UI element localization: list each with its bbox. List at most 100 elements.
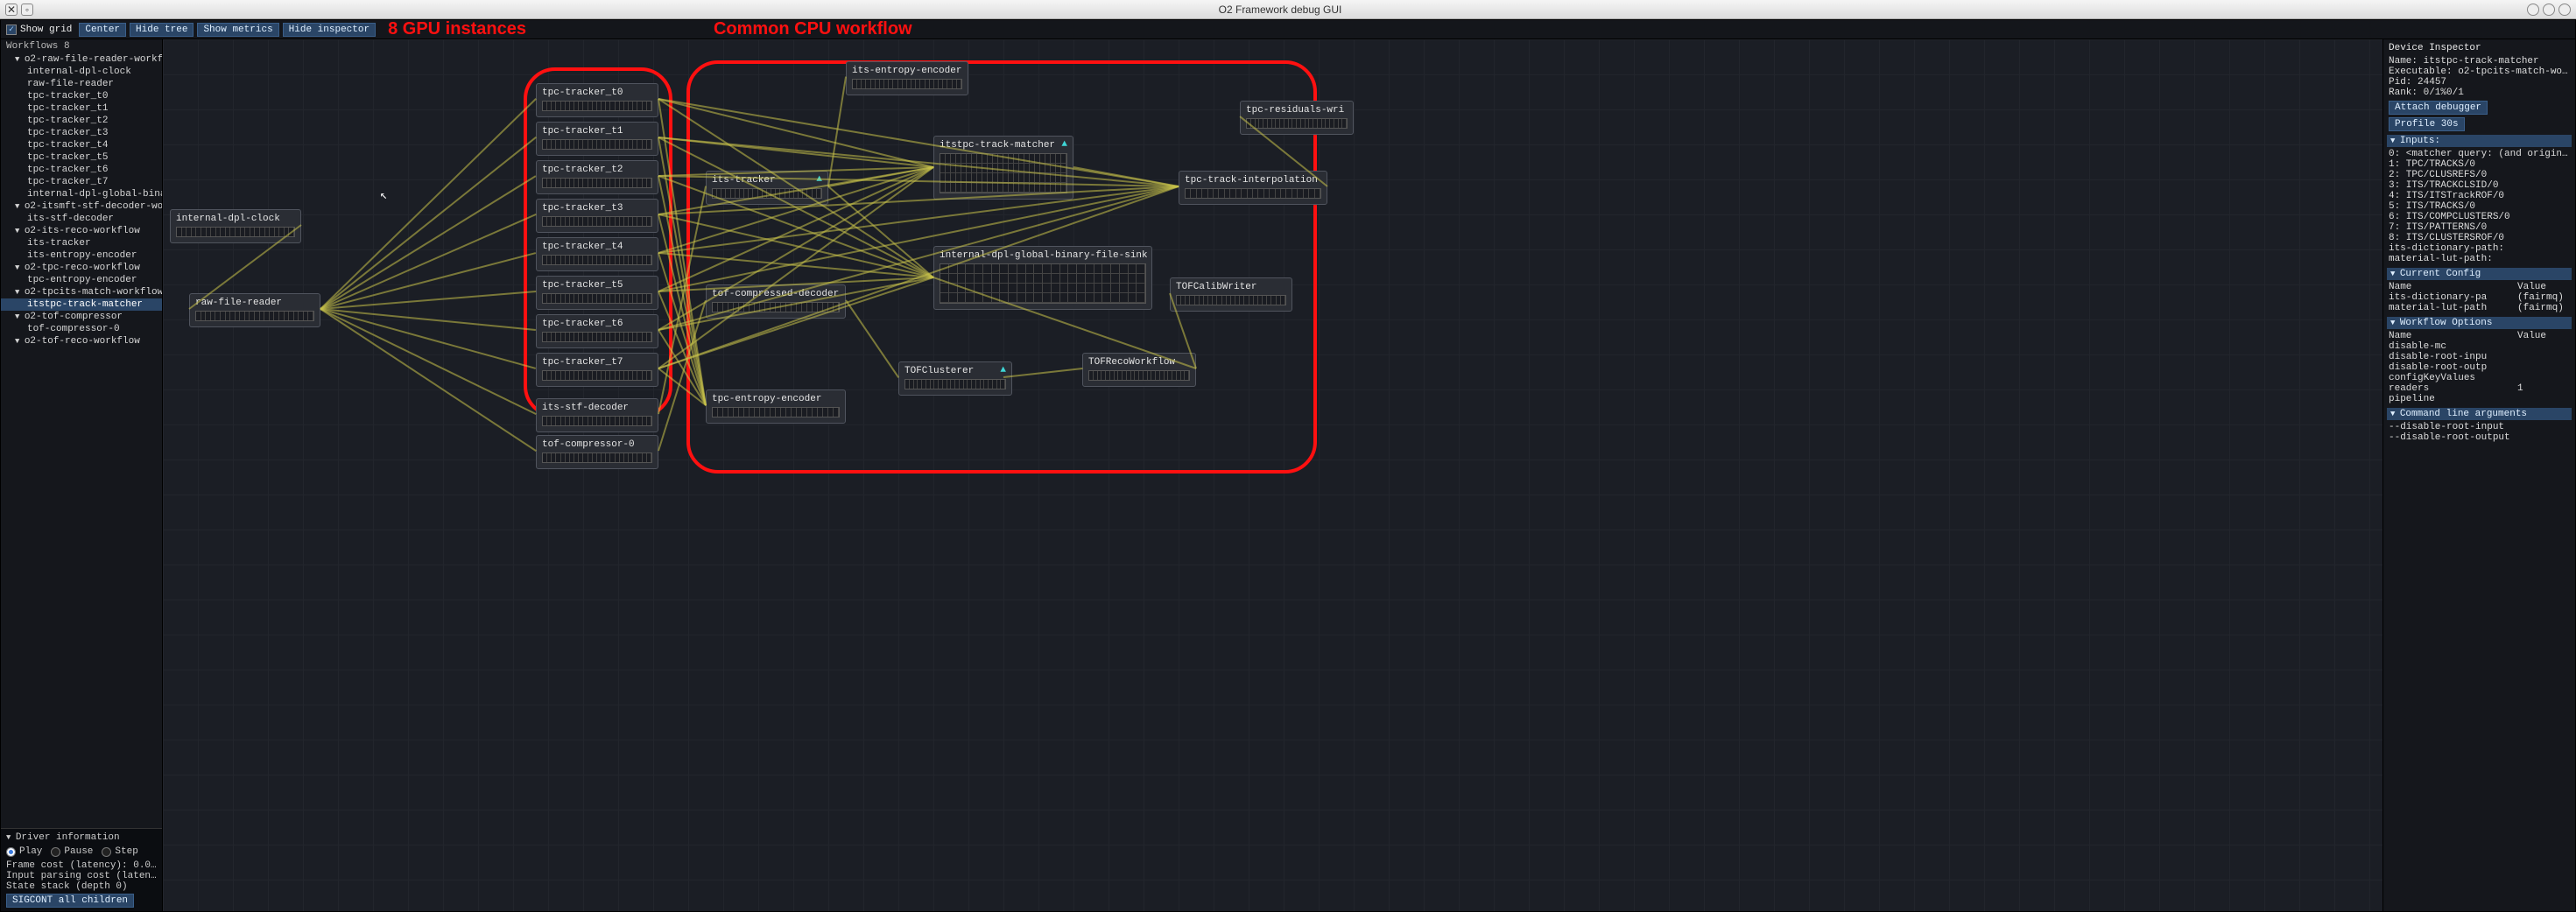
option-row: readers1	[2389, 383, 2570, 394]
graph-node-t1[interactable]: tpc-tracker_t1	[536, 122, 658, 156]
graph-edge	[320, 175, 536, 310]
tree-item[interactable]: tpc-tracker_t4	[1, 139, 162, 151]
tree-item[interactable]: o2-tpc-reco-workflow	[1, 262, 162, 274]
warning-icon: ▲	[816, 174, 822, 185]
tree-item[interactable]: o2-its-reco-workflow	[1, 225, 162, 237]
tree-item[interactable]: tpc-tracker_t1	[1, 102, 162, 115]
attach-debugger-button[interactable]: Attach debugger	[2389, 101, 2488, 115]
tree-item[interactable]: tpc-tracker_t6	[1, 164, 162, 176]
node-meter	[542, 452, 652, 463]
graph-edge	[658, 98, 933, 168]
tree-item[interactable]: internal-dpl-global-bina	[1, 188, 162, 200]
graph-node-tofclus[interactable]: TOFClusterer▲	[898, 361, 1012, 396]
graph-node-t2[interactable]: tpc-tracker_t2	[536, 160, 658, 194]
graph-node-itsent[interactable]: its-entropy-encoder	[846, 61, 968, 95]
tree-item[interactable]: o2-tof-reco-workflow	[1, 335, 162, 347]
tree-item[interactable]: tpc-tracker_t0	[1, 90, 162, 102]
app-window: ✕ ◦ O2 Framework debug GUI ✓ Show grid C…	[0, 0, 2576, 912]
graph-node-sink[interactable]: internal-dpl-global-binary-file-sink	[933, 246, 1152, 310]
tree-item[interactable]: tpc-tracker_t3	[1, 127, 162, 139]
options-section[interactable]: Workflow Options	[2387, 317, 2572, 329]
tree-item[interactable]: tpc-tracker_t7	[1, 176, 162, 188]
node-meter	[1185, 188, 1321, 199]
inspector-title: Device Inspector	[2389, 43, 2570, 53]
input-row: material-lut-path:	[2389, 254, 2570, 264]
profile-button[interactable]: Profile 30s	[2389, 117, 2465, 131]
tree-item[interactable]: raw-file-reader	[1, 78, 162, 90]
graph-edge	[827, 77, 847, 186]
window-close-icon[interactable]: ✕	[5, 4, 18, 16]
tree-item[interactable]: tof-compressor-0	[1, 323, 162, 335]
graph-node-t5[interactable]: tpc-tracker_t5	[536, 276, 658, 310]
graph-node-itstrk[interactable]: its-tracker▲	[706, 171, 828, 205]
node-meter	[940, 263, 1146, 304]
inputs-section[interactable]: Inputs:	[2387, 135, 2572, 147]
node-label: tpc-tracker_t0	[542, 88, 652, 98]
window-min-icon[interactable]	[2527, 4, 2539, 16]
input-row: 1: TPC/TRACKS/0	[2389, 159, 2570, 170]
node-label: TOFClusterer	[904, 366, 1006, 376]
tree-item[interactable]: tpc-tracker_t2	[1, 115, 162, 127]
sigcont-button[interactable]: SIGCONT all children	[6, 894, 134, 908]
node-label: tpc-tracker_t4	[542, 242, 652, 252]
show-metrics-button[interactable]: Show metrics	[197, 23, 278, 37]
node-label: tpc-tracker_t7	[542, 357, 652, 368]
node-meter	[542, 416, 652, 426]
window-max-icon[interactable]	[2543, 4, 2555, 16]
graph-node-t3[interactable]: tpc-tracker_t3	[536, 199, 658, 233]
tree-item[interactable]: o2-tpcits-match-workflow	[1, 286, 162, 298]
driver-title[interactable]: Driver information	[6, 832, 157, 843]
graph-node-tofcomp[interactable]: tof-compressor-0	[536, 435, 658, 469]
hide-tree-button[interactable]: Hide tree	[130, 23, 194, 37]
graph-node-clock[interactable]: internal-dpl-clock	[170, 209, 301, 243]
pause-radio[interactable]: Pause	[51, 846, 93, 857]
tree-item[interactable]: tpc-entropy-encoder	[1, 274, 162, 286]
graph-node-tofreco[interactable]: TOFRecoWorkflow	[1082, 353, 1196, 387]
graph-node-tofdec[interactable]: tof-compressed-decoder	[706, 284, 846, 319]
cli-section[interactable]: Command line arguments	[2387, 408, 2572, 420]
workflow-tree[interactable]: o2-raw-file-reader-workflointernal-dpl-c…	[1, 53, 162, 828]
graph-node-t7[interactable]: tpc-tracker_t7	[536, 353, 658, 387]
tree-item[interactable]: its-tracker	[1, 237, 162, 249]
tree-item[interactable]: o2-tof-compressor	[1, 311, 162, 323]
node-meter	[542, 101, 652, 111]
inspector: Device Inspector Name: itstpc-track-matc…	[2382, 39, 2575, 911]
show-grid-checkbox[interactable]: ✓ Show grid	[6, 25, 72, 35]
node-label: tpc-tracker_t2	[542, 165, 652, 175]
graph-node-t0[interactable]: tpc-tracker_t0	[536, 83, 658, 117]
graph-edge	[320, 98, 536, 309]
graph-node-t4[interactable]: tpc-tracker_t4	[536, 237, 658, 271]
graph-edge	[320, 214, 537, 310]
window-close2-icon[interactable]	[2558, 4, 2571, 16]
graph-node-reader[interactable]: raw-file-reader	[189, 293, 320, 327]
tree-item[interactable]: tpc-tracker_t5	[1, 151, 162, 164]
graph-canvas[interactable]: ↖ internal-dpl-clockraw-file-readertpc-t…	[163, 39, 2382, 911]
check-icon: ✓	[6, 25, 17, 35]
tree-item[interactable]: o2-raw-file-reader-workflo	[1, 53, 162, 66]
node-label: tof-compressor-0	[542, 439, 652, 450]
graph-node-matcher[interactable]: itstpc-track-matcher▲	[933, 136, 1073, 200]
frame-cost: Frame cost (latency): 0.0(20.0)ms	[6, 860, 157, 871]
tree-item[interactable]: its-stf-decoder	[1, 213, 162, 225]
graph-node-resid[interactable]: tpc-residuals-wri	[1240, 101, 1354, 135]
step-radio[interactable]: Step	[102, 846, 137, 857]
graph-node-tpcent[interactable]: tpc-entropy-encoder	[706, 389, 846, 424]
graph-node-tofcalib[interactable]: TOFCalibWriter	[1170, 277, 1292, 312]
play-radio[interactable]: Play	[6, 846, 42, 857]
tree-item[interactable]: itstpc-track-matcher	[1, 298, 162, 311]
window-menu-icon[interactable]: ◦	[21, 4, 33, 16]
graph-edge	[828, 166, 933, 187]
tree-item[interactable]: o2-itsmft-stf-decoder-work	[1, 200, 162, 213]
node-label: TOFRecoWorkflow	[1088, 357, 1190, 368]
graph-node-itsstf[interactable]: its-stf-decoder	[536, 398, 658, 432]
tree-item[interactable]: internal-dpl-clock	[1, 66, 162, 78]
graph-edge	[320, 291, 536, 310]
tree-item[interactable]: its-entropy-encoder	[1, 249, 162, 262]
graph-node-t6[interactable]: tpc-tracker_t6	[536, 314, 658, 348]
center-button[interactable]: Center	[79, 23, 126, 37]
hide-inspector-button[interactable]: Hide inspector	[283, 23, 376, 37]
graph-node-interp[interactable]: tpc-track-interpolation	[1179, 171, 1327, 205]
driver-panel: Driver information Play Pause Step Frame…	[1, 828, 162, 911]
config-section[interactable]: Current Config	[2387, 268, 2572, 280]
node-label: tpc-tracker_t5	[542, 280, 652, 291]
